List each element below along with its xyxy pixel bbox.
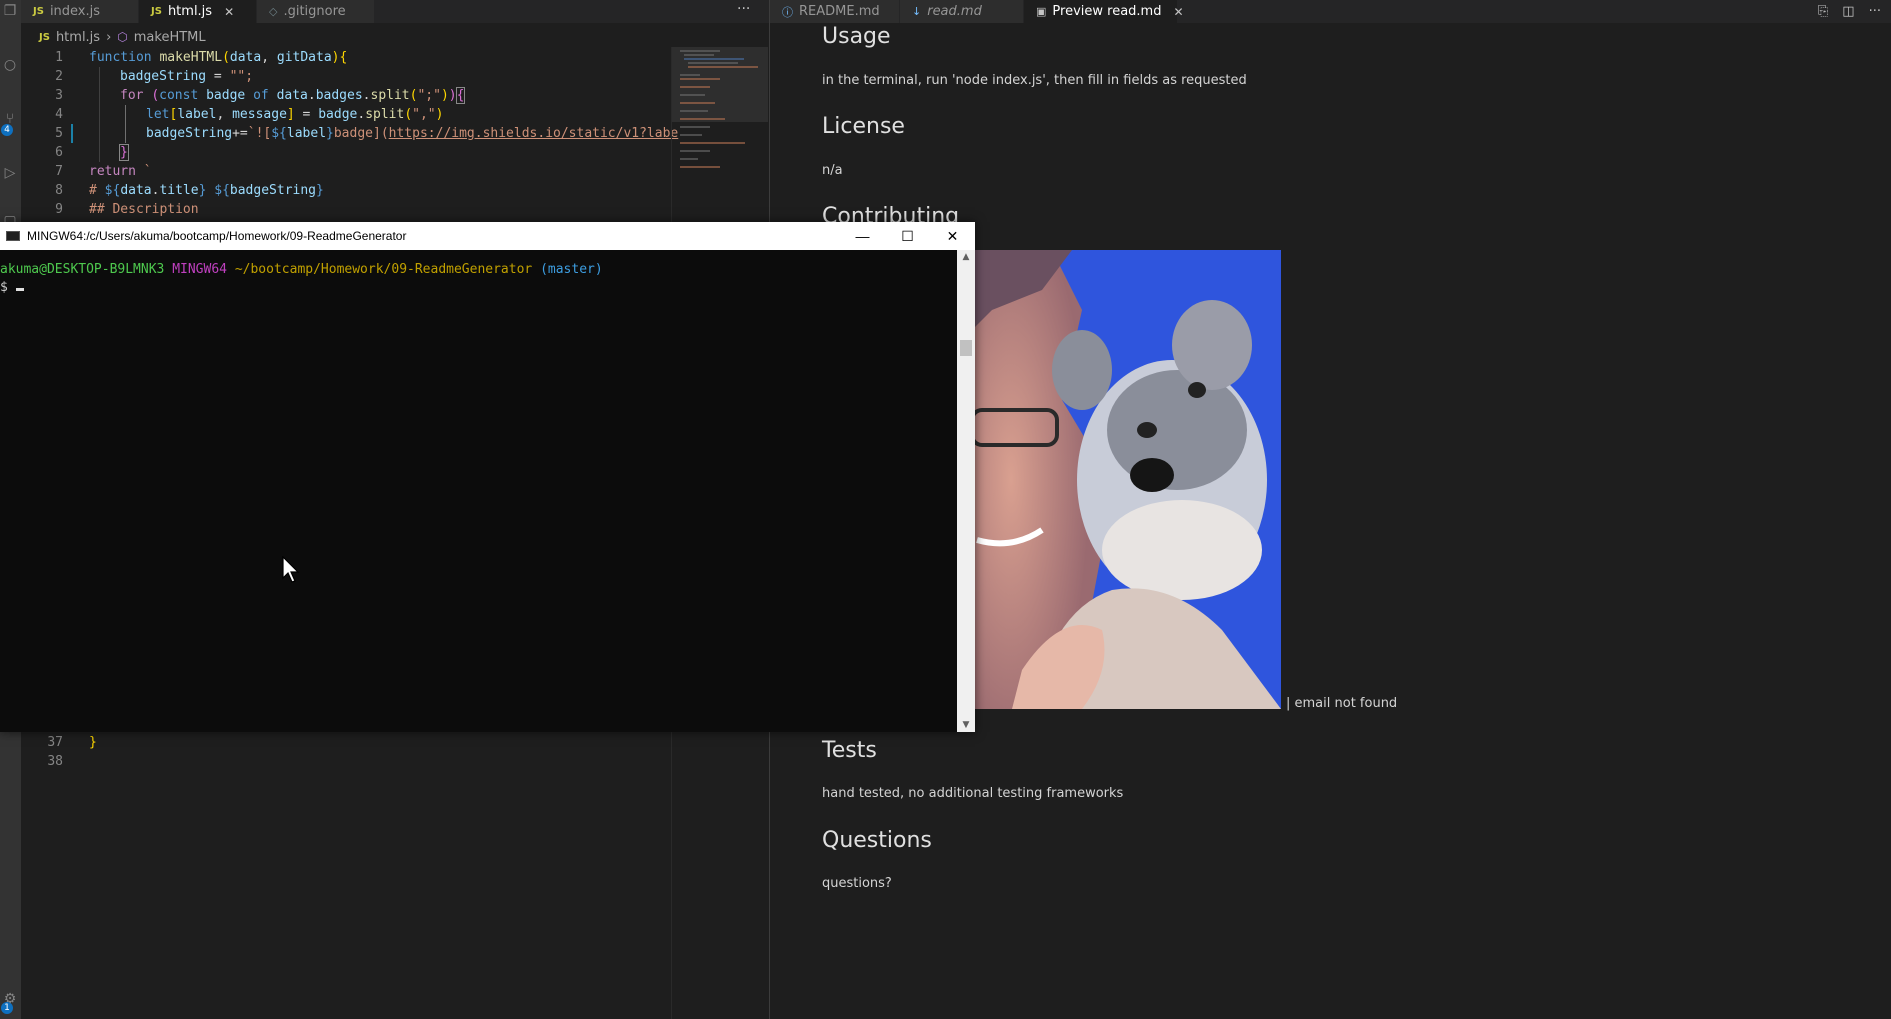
explorer-icon[interactable]: ❐ — [1, 2, 19, 20]
breadcrumb-symbol[interactable]: makeHTML — [134, 30, 206, 45]
markdown-icon: ↓ — [912, 5, 922, 18]
code-line: badgeString = ""; — [120, 69, 254, 84]
javascript-icon: JS — [39, 31, 50, 43]
split-editor-icon[interactable]: ◫ — [1842, 4, 1854, 19]
code-line: function makeHTML(data, gitData){ — [89, 50, 348, 65]
line-number: 38 — [47, 754, 63, 769]
terminal-title: MINGW64:/c/Users/akuma/bootcamp/Homework… — [27, 229, 407, 243]
modified-line-marker — [71, 124, 73, 143]
line-number: 1 — [55, 50, 63, 65]
preview-icon: ▣ — [1036, 5, 1047, 18]
accounts-badge: 1 — [1, 1002, 13, 1014]
terminal-output[interactable]: akuma@DESKTOP-B9LMNK3 MINGW64 ~/bootcamp… — [0, 250, 957, 732]
code-line: } — [119, 144, 129, 161]
gitignore-icon: ◇ — [269, 5, 278, 18]
more-actions-button[interactable]: ··· — [737, 0, 750, 23]
line-number: 6 — [55, 145, 63, 160]
code-line: for (const badge of data.badges.split(";… — [120, 87, 466, 104]
tab-readme-md[interactable]: ⓘ README.md — [770, 0, 900, 23]
questions-heading: Questions — [822, 828, 932, 853]
prompt-shell: MINGW64 — [172, 262, 227, 277]
line-number: 9 — [55, 202, 63, 217]
tab-preview-read-md[interactable]: ▣ Preview read.md ✕ — [1024, 0, 1184, 23]
prompt-branch: (master) — [540, 262, 603, 277]
maximize-button[interactable]: ☐ — [885, 222, 930, 250]
code-line: } — [89, 735, 97, 750]
line-number: 7 — [55, 164, 63, 179]
license-heading: License — [822, 114, 905, 139]
prompt-user: akuma@DESKTOP-B9LMNK3 — [0, 262, 165, 277]
indent-guide — [125, 105, 126, 143]
editor-actions: ⎘ ◫ ··· — [1818, 0, 1881, 23]
close-icon[interactable]: ✕ — [224, 5, 234, 19]
code-line: ## Description — [89, 202, 199, 217]
usage-text: in the terminal, run 'node index.js', th… — [822, 73, 1247, 88]
line-number: 3 — [55, 88, 63, 103]
breadcrumb: JS html.js › ⬡ makeHTML — [39, 27, 206, 47]
tests-heading: Tests — [822, 738, 877, 763]
mouse-pointer-icon — [282, 556, 300, 583]
scroll-up-icon[interactable]: ▲ — [957, 252, 975, 262]
line-number: 5 — [55, 126, 63, 141]
input-line[interactable]: $ — [0, 280, 24, 295]
code-line: let[label, message] = badge.split(",") — [146, 107, 444, 122]
method-icon: ⬡ — [117, 30, 128, 44]
tests-text: hand tested, no additional testing frame… — [822, 786, 1124, 801]
tab-label: Preview read.md — [1052, 4, 1162, 19]
tab-index-js[interactable]: JS index.js — [21, 0, 139, 23]
license-text: n/a — [822, 163, 843, 178]
tab-read-md[interactable]: ↓ read.md — [900, 0, 1024, 23]
questions-text: questions? — [822, 876, 892, 891]
mintty-terminal-window[interactable]: MINGW64:/c/Users/akuma/bootcamp/Homework… — [0, 222, 975, 732]
tab-label: index.js — [49, 4, 101, 19]
email-text: | email not found — [1286, 696, 1398, 711]
indent-guide — [99, 67, 100, 162]
line-number: 8 — [55, 183, 63, 198]
terminal-title-bar[interactable]: MINGW64:/c/Users/akuma/bootcamp/Homework… — [0, 222, 975, 250]
terminal-icon — [6, 231, 20, 241]
tab-label: .gitignore — [283, 4, 346, 19]
scroll-down-icon[interactable]: ▼ — [957, 720, 975, 730]
terminal-scrollbar[interactable]: ▲ ▼ — [957, 250, 975, 732]
tab-label: README.md — [799, 4, 880, 19]
info-icon: ⓘ — [782, 5, 793, 19]
open-source-icon[interactable]: ⎘ — [1818, 4, 1828, 19]
source-control-badge: 4 — [1, 124, 13, 136]
right-tab-bar: ⓘ README.md ↓ read.md ▣ Preview read.md … — [770, 0, 1891, 23]
close-icon[interactable]: ✕ — [1173, 5, 1183, 19]
profile-photo — [972, 250, 1281, 709]
javascript-icon: JS — [151, 6, 162, 17]
search-icon[interactable]: ○ — [1, 56, 19, 74]
left-tab-bar: JS index.js JS html.js ✕ ◇ .gitignore — [21, 0, 769, 23]
chevron-right-icon: › — [106, 29, 112, 45]
code-line: return ` — [89, 164, 152, 179]
code-line: badgeString+=`![${label}badge](https://i… — [146, 126, 679, 141]
line-number: 2 — [55, 69, 63, 84]
minimize-button[interactable]: — — [840, 222, 885, 250]
breadcrumb-file[interactable]: html.js — [56, 30, 100, 45]
more-actions-icon[interactable]: ··· — [1869, 4, 1881, 19]
tab-gitignore[interactable]: ◇ .gitignore — [257, 0, 375, 23]
scrollbar-thumb[interactable] — [960, 340, 972, 356]
code-line: # ${data.title} ${badgeString} — [89, 183, 324, 198]
line-number: 4 — [55, 107, 63, 122]
close-button[interactable]: ✕ — [930, 222, 975, 250]
run-debug-icon[interactable]: ▷ — [1, 164, 19, 182]
tab-label: html.js — [167, 4, 213, 19]
tab-label: read.md — [927, 4, 982, 19]
text-cursor — [15, 288, 24, 291]
line-number: 37 — [47, 735, 63, 750]
javascript-icon: JS — [33, 6, 44, 17]
tab-html-js[interactable]: JS html.js ✕ — [139, 0, 257, 23]
prompt-line: akuma@DESKTOP-B9LMNK3 MINGW64 ~/bootcamp… — [0, 262, 603, 277]
prompt-path: ~/bootcamp/Homework/09-ReadmeGenerator — [234, 262, 533, 277]
prompt-symbol: $ — [0, 280, 8, 295]
usage-heading: Usage — [822, 24, 891, 49]
